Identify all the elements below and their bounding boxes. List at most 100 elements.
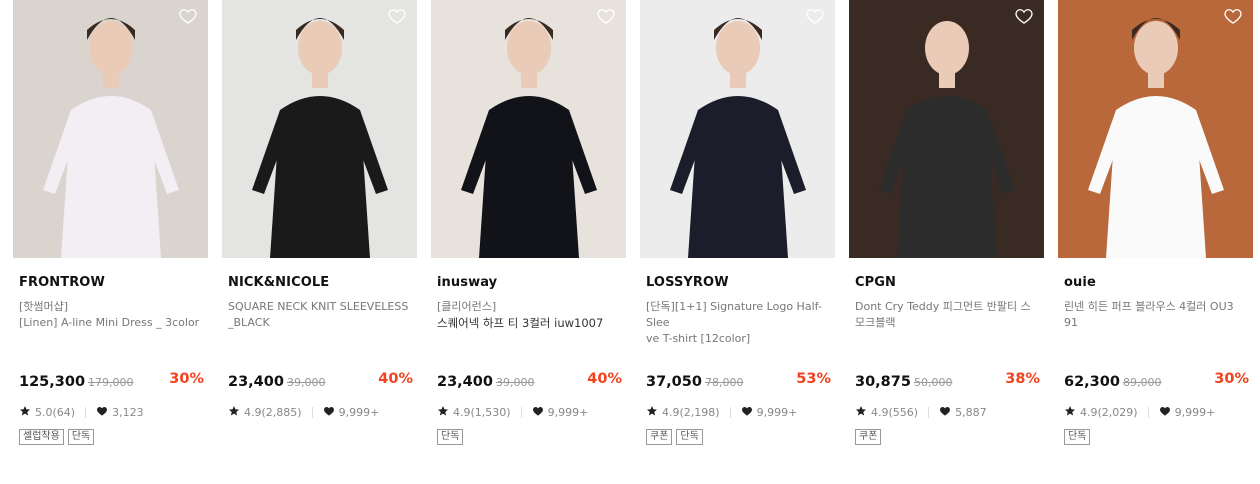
stats-divider — [928, 407, 930, 418]
brand-name[interactable]: CPGN — [855, 275, 1044, 290]
product-desc-line1: Dont Cry Teddy 피그먼트 반팔티 스 — [855, 300, 1031, 313]
product-tag: 단독 — [67, 429, 95, 445]
sale-price: 30,875 — [855, 374, 911, 390]
original-price: 39,000 — [286, 376, 326, 389]
rating-text: 4.9(2,198) — [662, 406, 720, 419]
rating-text: 4.9(2,029) — [1080, 406, 1138, 419]
product-desc-line2: [Linen] A-line Mini Dress _ 3color — [19, 316, 200, 329]
product-desc-line2: 91 — [1064, 316, 1078, 329]
star-icon — [228, 405, 244, 420]
product-desc-line1: 린넨 히든 퍼프 블라우스 4컬러 OU3 — [1064, 300, 1234, 313]
sale-price: 125,300 — [19, 374, 86, 390]
wishlist-heart-icon[interactable] — [596, 6, 616, 26]
product-description[interactable]: Dont Cry Teddy 피그먼트 반팔티 스 모크블랙 — [855, 299, 1040, 361]
wishlist-heart-icon[interactable] — [387, 6, 407, 26]
brand-name[interactable]: FRONTROW — [19, 275, 208, 290]
likes-count: 9,999+ — [547, 406, 589, 419]
product-card[interactable]: ouie 린넨 히든 퍼프 블라우스 4컬러 OU3 91 62,300 89,0… — [1058, 0, 1253, 445]
wishlist-heart-icon[interactable] — [1223, 6, 1243, 26]
sale-price: 23,400 — [437, 374, 493, 390]
heart-count-icon — [939, 405, 955, 420]
brand-name[interactable]: NICK&NICOLE — [228, 275, 417, 290]
heart-count-icon — [741, 405, 757, 420]
discount-rate: 38% — [1005, 371, 1040, 387]
original-price: 78,000 — [704, 376, 744, 389]
product-tag: 셀럽착용 — [19, 429, 64, 445]
product-card[interactable]: inusway [클리어런스] 스퀘어넥 하프 티 3컬러 iuw1007 23… — [431, 0, 626, 445]
sale-price: 23,400 — [228, 374, 284, 390]
sale-price: 62,300 — [1064, 374, 1120, 390]
product-image[interactable] — [222, 0, 417, 258]
brand-name[interactable]: inusway — [437, 275, 626, 290]
product-image[interactable] — [849, 0, 1044, 258]
original-price: 89,000 — [1122, 376, 1162, 389]
discount-rate: 30% — [169, 371, 204, 387]
original-price: 179,000 — [88, 376, 134, 389]
product-image[interactable] — [640, 0, 835, 258]
wishlist-heart-icon[interactable] — [805, 6, 825, 26]
product-stats: 4.9(2,198) 9,999+ — [646, 405, 835, 420]
star-icon — [19, 405, 35, 420]
likes-count: 9,999+ — [756, 406, 798, 419]
product-tag: 단독 — [1064, 429, 1091, 445]
product-card[interactable]: CPGN Dont Cry Teddy 피그먼트 반팔티 스 모크블랙 30,8… — [849, 0, 1044, 445]
product-desc-line2: 스퀘어넥 하프 티 3컬러 iuw1007 — [437, 316, 604, 330]
product-desc-line2: 모크블랙 — [855, 316, 896, 329]
brand-name[interactable]: ouie — [1064, 275, 1253, 290]
wishlist-heart-icon[interactable] — [1014, 6, 1034, 26]
product-description[interactable]: [핫썸머샵] [Linen] A-line Mini Dress _ 3colo… — [19, 299, 204, 361]
heart-count-icon — [1159, 405, 1175, 420]
product-image[interactable] — [13, 0, 208, 258]
likes-count: 9,999+ — [1174, 406, 1216, 419]
product-description[interactable]: 린넨 히든 퍼프 블라우스 4컬러 OU3 91 — [1064, 299, 1249, 361]
stats-divider — [1147, 407, 1149, 418]
likes-count: 3,123 — [112, 406, 144, 419]
product-card[interactable]: FRONTROW [핫썸머샵] [Linen] A-line Mini Dres… — [13, 0, 208, 445]
stats-divider — [729, 407, 731, 418]
product-tag: 단독 — [676, 429, 703, 445]
star-icon — [1064, 405, 1080, 420]
product-tags: 쿠폰 단독 — [646, 429, 835, 445]
product-card[interactable]: NICK&NICOLE SQUARE NECK KNIT SLEEVELESS … — [222, 0, 417, 429]
sale-price: 37,050 — [646, 374, 702, 390]
product-desc-line1: [단독][1+1] Signature Logo Half-Slee — [646, 300, 822, 329]
stats-divider — [311, 407, 313, 418]
product-description[interactable]: [단독][1+1] Signature Logo Half-Slee ve T-… — [646, 299, 831, 361]
original-price: 50,000 — [913, 376, 953, 389]
product-description[interactable]: SQUARE NECK KNIT SLEEVELESS _BLACK — [228, 299, 413, 361]
product-tag: 단독 — [437, 429, 464, 445]
star-icon — [855, 405, 871, 420]
brand-name[interactable]: LOSSYROW — [646, 275, 835, 290]
product-image[interactable] — [1058, 0, 1253, 258]
product-desc-line1: SQUARE NECK KNIT SLEEVELESS — [228, 300, 409, 313]
star-icon — [437, 405, 453, 420]
heart-count-icon — [532, 405, 548, 420]
wishlist-heart-icon[interactable] — [178, 6, 198, 26]
price-row: 30,875 50,000 38% — [855, 371, 1040, 391]
likes-count: 5,887 — [955, 406, 987, 419]
price-row: 37,050 78,000 53% — [646, 371, 831, 391]
product-stats: 4.9(556) 5,887 — [855, 405, 1044, 420]
price-row: 23,400 39,000 40% — [437, 371, 622, 391]
product-desc-line2: ve T-shirt [12color] — [646, 332, 751, 345]
product-stats: 5.0(64) 3,123 — [19, 405, 208, 420]
price-row: 23,400 39,000 40% — [228, 371, 413, 391]
product-grid: FRONTROW [핫썸머샵] [Linen] A-line Mini Dres… — [0, 0, 1260, 484]
stats-divider — [520, 407, 522, 418]
rating-text: 4.9(2,885) — [244, 406, 302, 419]
discount-rate: 30% — [1214, 371, 1249, 387]
product-stats: 4.9(2,885) 9,999+ — [228, 405, 417, 420]
rating-text: 4.9(1,530) — [453, 406, 511, 419]
product-stats: 4.9(1,530) 9,999+ — [437, 405, 626, 420]
product-image[interactable] — [431, 0, 626, 258]
product-tags: 단독 — [437, 429, 626, 445]
likes-count: 9,999+ — [338, 406, 380, 419]
discount-rate: 53% — [796, 371, 831, 387]
discount-rate: 40% — [378, 371, 413, 387]
price-row: 125,300 179,000 30% — [19, 371, 204, 391]
discount-rate: 40% — [587, 371, 622, 387]
rating-text: 4.9(556) — [871, 406, 919, 419]
product-card[interactable]: LOSSYROW [단독][1+1] Signature Logo Half-S… — [640, 0, 835, 445]
product-description[interactable]: [클리어런스] 스퀘어넥 하프 티 3컬러 iuw1007 — [437, 299, 622, 361]
product-desc-line1: [클리어런스] — [437, 300, 497, 313]
